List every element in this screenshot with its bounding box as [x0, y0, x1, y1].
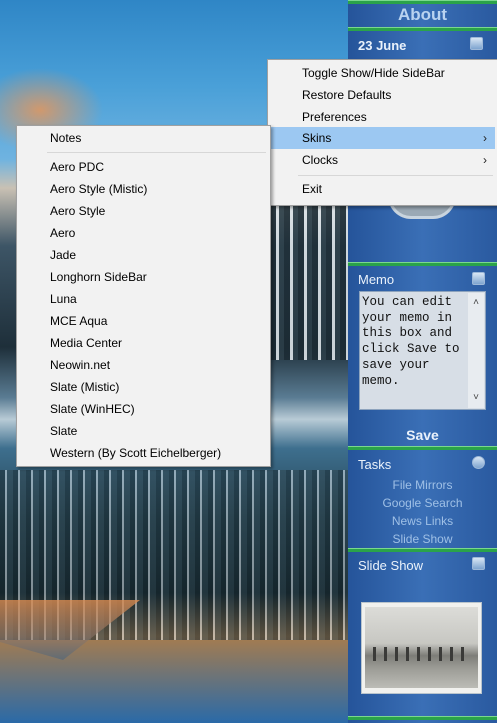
sidebar-divider — [348, 27, 497, 31]
tasks-title: Tasks — [358, 457, 392, 472]
skins-submenu: Notes Aero PDC Aero Style (Mistic) Aero … — [16, 125, 271, 467]
memo-title: Memo — [358, 272, 395, 287]
menu-item-skins[interactable]: Skins › — [270, 127, 495, 149]
menu-separator — [298, 175, 493, 176]
menu-item-clocks-label: Clocks — [302, 153, 339, 167]
menu-item-exit[interactable]: Exit — [268, 178, 495, 200]
skin-item[interactable]: Notes — [17, 127, 268, 149]
menu-item-preferences[interactable]: Preferences — [268, 106, 495, 128]
skin-item[interactable]: Jade — [17, 244, 268, 266]
skin-item[interactable]: Media Center — [17, 332, 268, 354]
skin-item[interactable]: Aero PDC — [17, 156, 268, 178]
slideshow-photo — [365, 607, 478, 688]
skin-item[interactable]: MCE Aqua — [17, 310, 268, 332]
scroll-down-icon[interactable]: ˅ — [468, 390, 484, 406]
memo-textarea[interactable]: You can edit your memo in this box and c… — [359, 291, 486, 410]
memo-save-button[interactable]: Save — [348, 427, 497, 443]
sidebar-divider — [348, 262, 497, 266]
menu-item-restore-defaults[interactable]: Restore Defaults — [268, 84, 495, 106]
date-label: 23 June — [358, 38, 407, 53]
slideshow-frame[interactable] — [361, 602, 482, 694]
skin-item[interactable]: Luna — [17, 288, 268, 310]
sidebar-divider — [348, 548, 497, 552]
skin-item[interactable]: Longhorn SideBar — [17, 266, 268, 288]
memo-scrollbar[interactable]: ˄ ˅ — [468, 293, 484, 408]
skin-item[interactable]: Slate (WinHEC) — [17, 398, 268, 420]
sidebar-divider — [348, 446, 497, 450]
scroll-up-icon[interactable]: ˄ — [468, 295, 484, 311]
tasks-settings-icon[interactable] — [472, 456, 485, 469]
task-link-slide-show[interactable]: Slide Show — [348, 532, 497, 546]
skin-item[interactable]: Aero Style — [17, 200, 268, 222]
skin-item[interactable]: Slate (Mistic) — [17, 376, 268, 398]
chevron-right-icon: › — [483, 153, 487, 167]
task-link-news-links[interactable]: News Links — [348, 514, 497, 528]
slideshow-title: Slide Show — [358, 558, 424, 573]
menu-separator — [47, 152, 266, 153]
about-header[interactable]: About — [348, 2, 497, 28]
memo-text[interactable]: You can edit your memo in this box and c… — [362, 295, 466, 389]
sidebar-divider — [348, 716, 497, 720]
menu-item-clocks[interactable]: Clocks › — [268, 149, 495, 171]
skin-item[interactable]: Slate — [17, 420, 268, 442]
menu-item-skins-label: Skins — [302, 131, 332, 145]
wallpaper-trees — [270, 195, 348, 360]
task-link-file-mirrors[interactable]: File Mirrors — [348, 478, 497, 492]
gadget-settings-icon[interactable] — [470, 37, 483, 50]
memo-icon[interactable] — [472, 272, 485, 285]
skin-item[interactable]: Neowin.net — [17, 354, 268, 376]
chevron-right-icon: › — [483, 131, 487, 145]
menu-item-toggle-sidebar[interactable]: Toggle Show/Hide SideBar — [268, 62, 495, 84]
skin-item[interactable]: Aero — [17, 222, 268, 244]
skin-item[interactable]: Western (By Scott Eichelberger) — [17, 442, 268, 464]
skin-item[interactable]: Aero Style (Mistic) — [17, 178, 268, 200]
sidebar-context-menu: Toggle Show/Hide SideBar Restore Default… — [267, 59, 497, 206]
slideshow-icon[interactable] — [472, 557, 485, 570]
task-link-google-search[interactable]: Google Search — [348, 496, 497, 510]
